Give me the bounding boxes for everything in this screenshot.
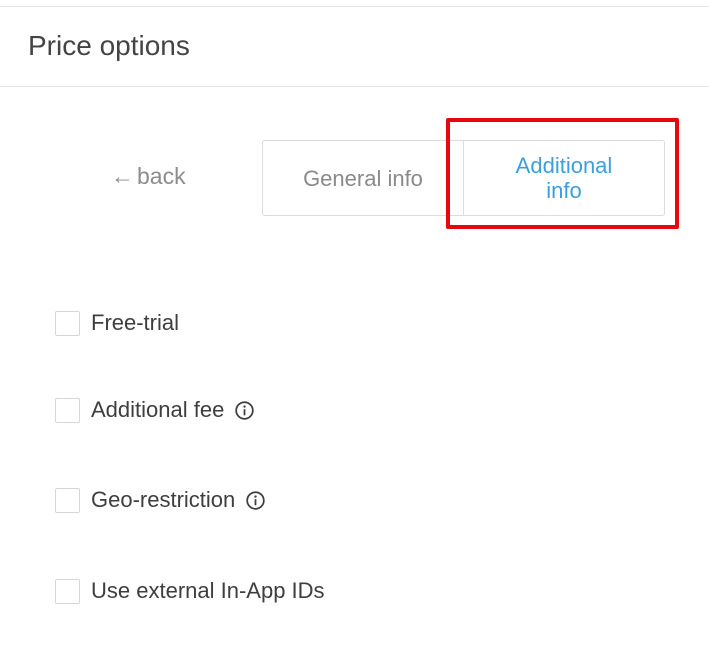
geo-restriction-label: Geo-restriction <box>91 487 236 512</box>
geo-restriction-checkbox[interactable] <box>55 487 80 513</box>
price-options-panel: Price options ← back General info Additio… <box>0 0 709 663</box>
additional-fee-checkbox[interactable] <box>55 397 80 423</box>
tab-general-info[interactable]: General info <box>263 141 464 215</box>
page-title: Price options <box>28 30 190 61</box>
option-geo-restriction: Geo-restriction <box>55 487 266 513</box>
info-icon[interactable] <box>245 490 266 511</box>
tab-additional-info-label: Additional info <box>516 153 613 203</box>
back-link[interactable]: ← back <box>111 163 186 190</box>
tab-group: General info Additional info <box>262 140 665 216</box>
panel-header: Price options <box>0 7 709 87</box>
back-arrow-icon: ← <box>111 163 134 189</box>
tab-general-info-label: General info <box>303 165 423 191</box>
back-label: back <box>137 163 186 189</box>
info-icon[interactable] <box>234 400 255 421</box>
option-additional-fee: Additional fee <box>55 397 255 423</box>
free-trial-checkbox[interactable] <box>55 310 80 336</box>
additional-fee-label: Additional fee <box>91 397 225 422</box>
tab-additional-info-label-line1: Additional <box>515 153 613 178</box>
free-trial-label: Free-trial <box>91 310 180 335</box>
tab-additional-info[interactable]: Additional info <box>464 141 664 215</box>
external-in-app-ids-checkbox[interactable] <box>55 578 80 604</box>
option-external-in-app-ids: Use external In-App IDs <box>55 578 325 604</box>
option-free-trial: Free-trial <box>55 310 179 336</box>
external-in-app-ids-label: Use external In-App IDs <box>91 578 325 603</box>
tab-additional-info-label-line2: info <box>546 178 582 203</box>
